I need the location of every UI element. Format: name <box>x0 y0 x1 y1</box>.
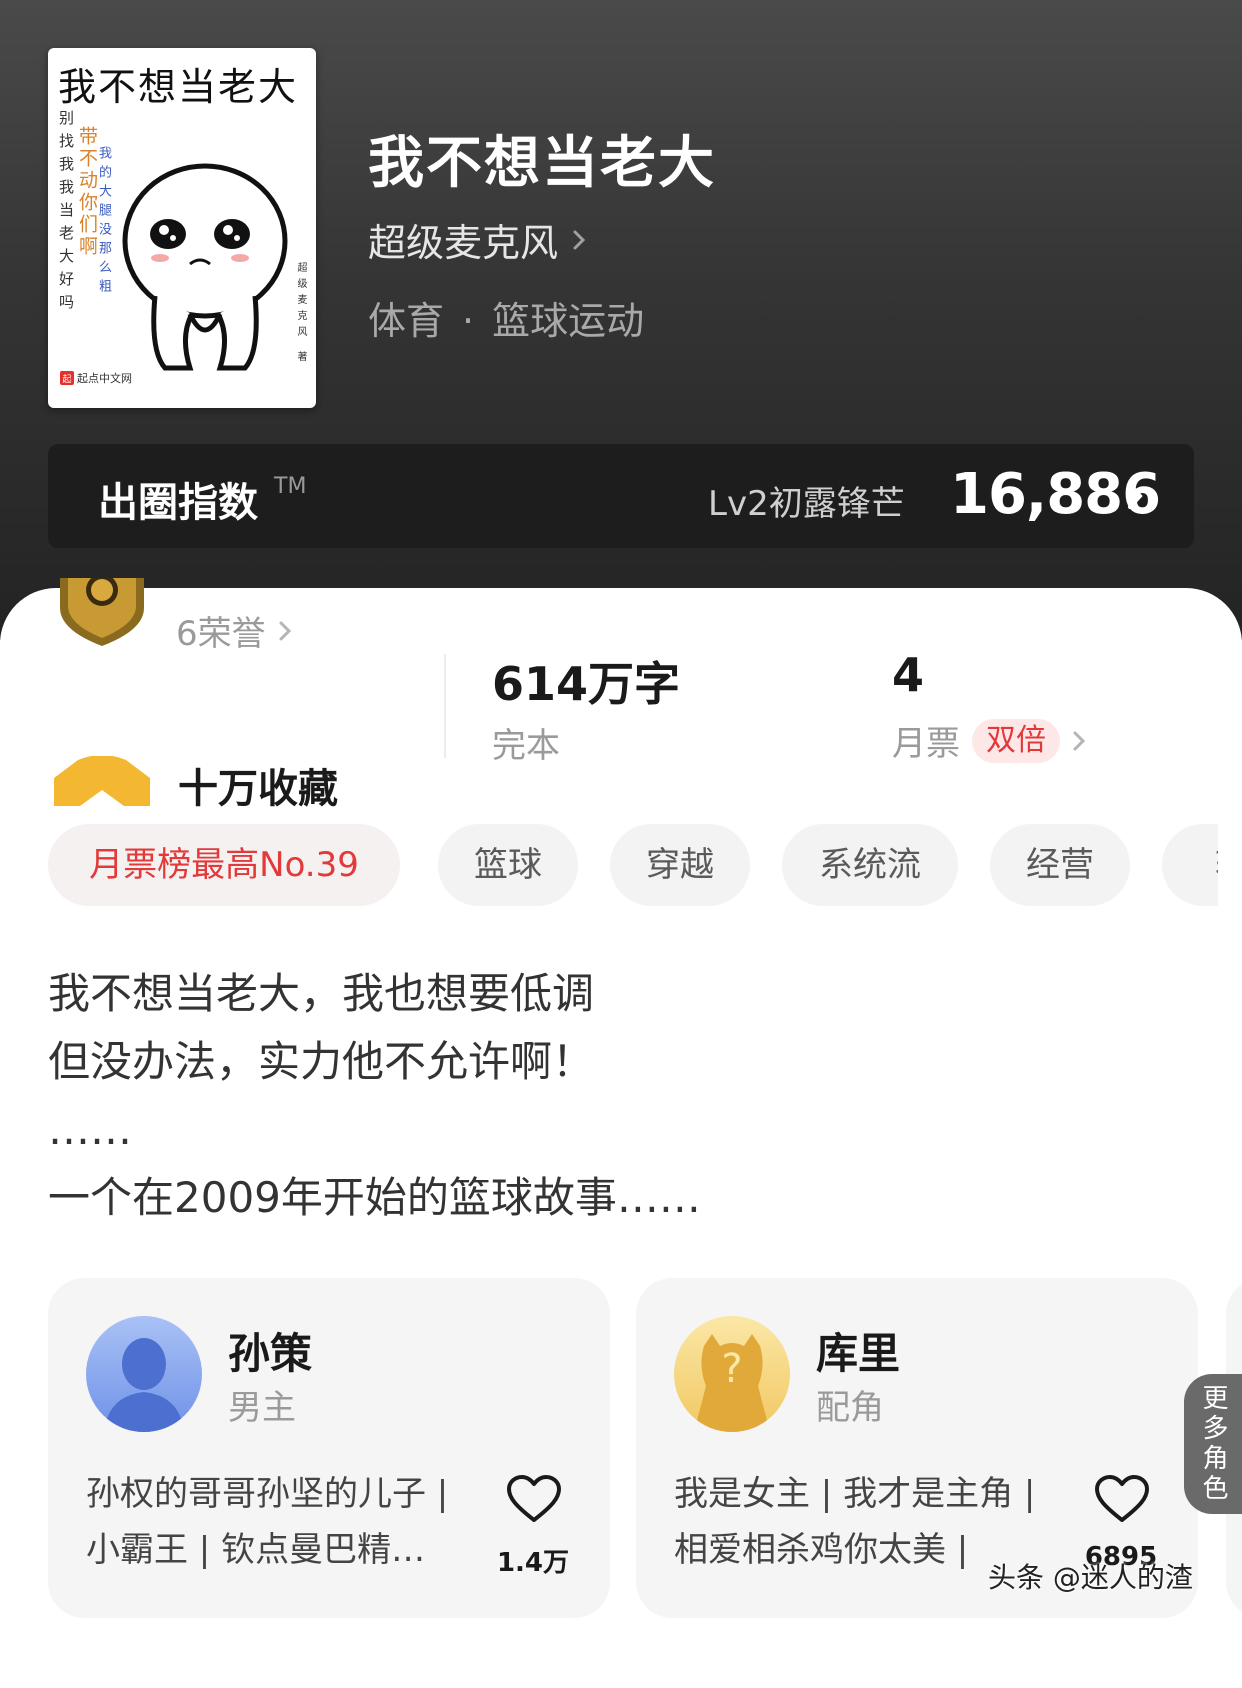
avatar: ? <box>674 1316 790 1432</box>
index-level: Lv2初露锋芒 <box>708 484 905 524</box>
svg-text:?: ? <box>721 1346 742 1392</box>
character-description: 孙权的哥哥孙坚的儿子 | 小霸王 | 钦点曼巴精… <box>86 1466 476 1578</box>
character-avatar-icon: ? <box>674 1316 790 1432</box>
character-description-line: 我是女主 | 我才是主角 | <box>674 1474 1036 1514</box>
honor-medal-icon <box>60 578 144 646</box>
character-name: 孙策 <box>228 1329 313 1378</box>
favorites-crown-icon <box>54 756 150 806</box>
tag-list: 月票榜最高No.39 篮球 穿越 系统流 经营 轻 <box>48 824 1218 910</box>
completion-status: 完本 <box>492 726 560 766</box>
tag-item[interactable]: 经营 <box>990 824 1130 906</box>
chevron-right-icon <box>573 230 586 249</box>
category: 体育 <box>368 299 445 343</box>
book-title: 我不想当老大 <box>368 130 716 196</box>
heart-icon[interactable] <box>1094 1474 1150 1524</box>
publisher-name: 起点中文网 <box>77 372 132 385</box>
heart-icon[interactable] <box>506 1474 562 1524</box>
stats-divider <box>444 654 446 758</box>
synopsis-line: …… <box>48 1105 132 1154</box>
character-description-line: 小霸王 | 钦点曼巴精… <box>86 1530 426 1570</box>
character-description-line: 孙权的哥哥孙坚的儿子 | <box>86 1474 449 1514</box>
tag-item[interactable]: 系统流 <box>782 824 958 906</box>
chevron-right-icon <box>1128 483 1143 509</box>
cover-slogan-3: 我的大腿没那么粗 <box>96 146 111 298</box>
trademark-mark: TM <box>274 474 307 499</box>
category-row[interactable]: 体育 · 篮球运动 <box>368 290 644 345</box>
author-name: 超级麦克风 <box>368 221 559 265</box>
circle-out-index-bar[interactable]: 出圈指数 TM Lv2初露锋芒 16,886 <box>48 444 1194 548</box>
cover-publisher: 起 起点中文网 <box>60 370 132 386</box>
synopsis-line: 一个在2009年开始的篮球故事…… <box>48 1173 701 1222</box>
more-characters-button[interactable]: 更多角色 <box>1184 1374 1242 1514</box>
category-separator: · <box>462 299 475 343</box>
watermark: 头条 @迷人的渣 <box>988 1561 1193 1594</box>
honor-count: 6荣誉 <box>176 614 266 654</box>
favorites-badge: 十万收藏 <box>178 766 338 812</box>
cover-title: 我不想当老大 <box>58 65 299 109</box>
author-link[interactable]: 超级麦克风 <box>368 212 586 267</box>
tag-item[interactable]: 篮球 <box>438 824 578 906</box>
tag-item[interactable]: 穿越 <box>610 824 750 906</box>
double-votes-badge: 双倍 <box>972 718 1060 763</box>
chevron-right-icon <box>1073 731 1086 750</box>
character-card[interactable]: 孙策 男主 孙权的哥哥孙坚的儿子 | 小霸王 | 钦点曼巴精… 1.4万 <box>48 1278 610 1618</box>
cover-mascot-illustration <box>122 163 288 371</box>
tag-rank[interactable]: 月票榜最高No.39 <box>48 824 400 906</box>
monthly-votes-label: 月票 <box>892 724 960 764</box>
book-cover[interactable]: 我不想当老大 别找我我当老大好吗 带不动你们啊 我的大腿没那么粗 超级麦克风 著… <box>48 48 316 408</box>
book-synopsis[interactable]: 我不想当老大，我也想要低调 但没办法，实力他不允许啊！ …… 一个在2009年开… <box>48 960 701 1232</box>
index-label: 出圈指数 <box>98 480 258 526</box>
synopsis-line: 我不想当老大，我也想要低调 <box>48 969 595 1018</box>
tag-item[interactable]: 轻 <box>1162 824 1218 906</box>
monthly-votes-link[interactable]: 月票 双倍 <box>892 716 1086 765</box>
publisher-logo-icon: 起 <box>60 371 74 385</box>
chevron-right-icon <box>279 621 291 640</box>
character-name: 库里 <box>816 1329 901 1378</box>
character-avatar-icon <box>86 1316 202 1432</box>
honors-link[interactable]: 6荣誉 <box>176 606 292 655</box>
like-count: 1.4万 <box>496 1548 570 1578</box>
avatar <box>86 1316 202 1432</box>
monthly-votes-count: 4 <box>892 648 925 702</box>
cover-author: 超级麦克风 著 <box>295 262 306 368</box>
synopsis-line: 但没办法，实力他不允许啊！ <box>48 1037 595 1086</box>
character-role: 男主 <box>228 1388 296 1428</box>
subcategory: 篮球运动 <box>492 299 645 343</box>
word-count: 614万字 <box>492 657 681 711</box>
character-role: 配角 <box>816 1388 884 1428</box>
